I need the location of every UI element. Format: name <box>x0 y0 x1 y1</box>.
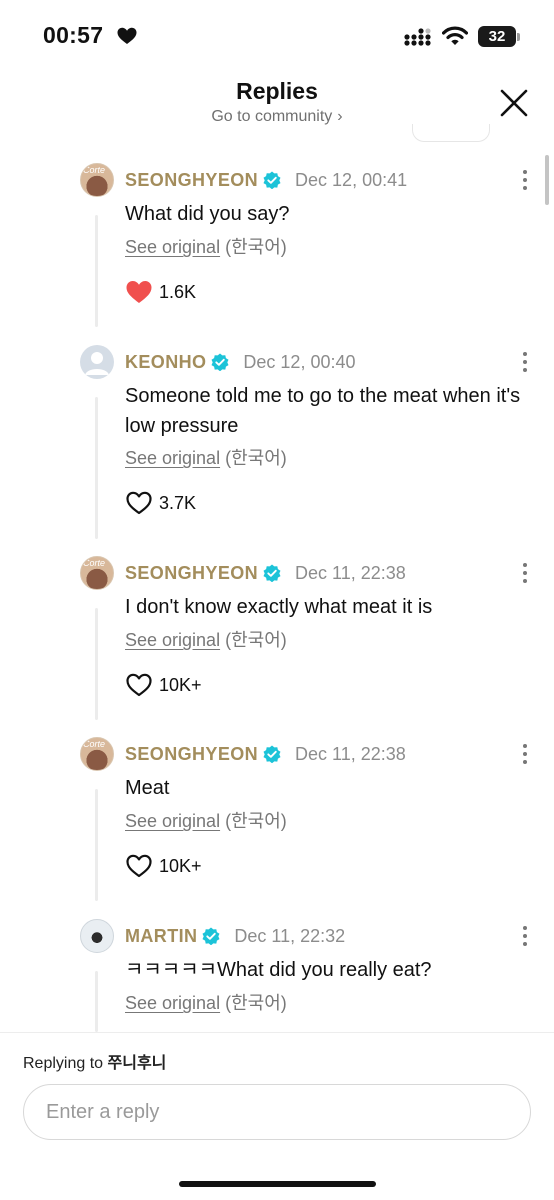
like-count: 10K+ <box>159 855 202 876</box>
see-original-row: See original (한국어) <box>125 626 287 652</box>
comment-text: Meat <box>125 777 170 799</box>
like-button[interactable]: 1.6K <box>125 279 196 305</box>
home-indicator[interactable] <box>179 1181 376 1187</box>
avatar[interactable] <box>80 919 114 953</box>
more-options-icon[interactable] <box>516 349 534 375</box>
more-options-icon[interactable] <box>516 167 534 193</box>
like-button[interactable]: 3.7K <box>125 490 196 516</box>
verified-badge-icon <box>263 745 281 763</box>
page-title: Replies <box>236 78 318 104</box>
more-options-icon[interactable] <box>516 560 534 586</box>
thread-line <box>95 971 98 1032</box>
comment-timestamp: Dec 11, 22:32 <box>234 925 346 946</box>
original-language: (한국어) <box>225 811 287 831</box>
comment-item: Corte SEONGHYEON Dec 11, 22:38 Meat See … <box>0 737 554 917</box>
see-original-link[interactable]: See original <box>125 630 220 650</box>
heart-outline-icon <box>126 491 152 515</box>
close-icon[interactable] <box>497 86 531 120</box>
comment-timestamp: Dec 11, 22:38 <box>295 743 406 764</box>
floating-pill-edge <box>412 124 490 142</box>
original-language: (한국어) <box>225 237 287 257</box>
like-button[interactable]: 10K+ <box>125 672 202 698</box>
go-to-community-label: Go to community <box>211 108 333 125</box>
like-count: 10K+ <box>159 674 202 695</box>
thread-line <box>95 789 98 901</box>
original-language: (한국어) <box>225 630 287 650</box>
avatar[interactable]: Corte <box>80 556 114 590</box>
replying-prefix: Replying to <box>23 1055 104 1072</box>
see-original-row: See original (한국어) <box>125 233 287 259</box>
battery-nub <box>517 33 520 41</box>
avatar[interactable]: Corte <box>80 163 114 197</box>
verified-badge-icon <box>211 353 229 371</box>
original-language: (한국어) <box>225 993 287 1013</box>
battery-icon: 32 <box>478 26 516 47</box>
author-name[interactable]: MARTIN <box>125 926 197 947</box>
status-time: 00:57 <box>43 22 104 48</box>
more-options-icon[interactable] <box>516 923 534 949</box>
see-original-link[interactable]: See original <box>125 811 220 831</box>
see-original-link[interactable]: See original <box>125 237 220 257</box>
verified-badge-icon <box>202 927 220 945</box>
author-name[interactable]: SEONGHYEON <box>125 563 258 584</box>
thread-line <box>95 608 98 720</box>
replying-to-label: Replying to 쭈니후니 <box>23 1049 166 1073</box>
comment-text: Someone told me to go to the meat when i… <box>125 385 521 437</box>
comment-timestamp: Dec 11, 22:38 <box>295 562 406 583</box>
reply-input[interactable] <box>23 1084 531 1140</box>
original-language: (한국어) <box>225 448 287 468</box>
verified-badge-icon <box>263 564 281 582</box>
author-name[interactable]: KEONHO <box>125 352 206 373</box>
comment-item: Corte SEONGHYEON Dec 11, 22:38 I don't k… <box>0 556 554 736</box>
see-original-row: See original (한국어) <box>125 989 287 1015</box>
like-count: 3.7K <box>159 492 197 513</box>
avatar-text: Corte <box>83 558 106 568</box>
heart-icon <box>117 27 137 44</box>
wifi-icon <box>442 26 468 45</box>
comment-text: What did you say? <box>125 203 290 225</box>
like-button[interactable]: 10K+ <box>125 853 202 879</box>
heart-outline-icon <box>126 673 152 697</box>
comment-timestamp: Dec 12, 00:41 <box>295 169 408 190</box>
comment-item: KEONHO Dec 12, 00:40 Someone told me to … <box>0 345 554 555</box>
see-original-row: See original (한국어) <box>125 807 287 833</box>
reply-bar: Replying to 쭈니후니 <box>0 1033 554 1200</box>
status-bar: 00:57 32 <box>0 0 554 70</box>
avatar[interactable] <box>80 345 114 379</box>
avatar[interactable]: Corte <box>80 737 114 771</box>
comment-item: Corte SEONGHYEON Dec 12, 00:41 What did … <box>0 163 554 353</box>
see-original-row: See original (한국어) <box>125 444 287 470</box>
see-original-link[interactable]: See original <box>125 993 220 1013</box>
heart-outline-icon <box>126 854 152 878</box>
avatar-text: Corte <box>83 739 106 749</box>
verified-badge-icon <box>263 171 281 189</box>
thread-line <box>95 397 98 539</box>
see-original-link[interactable]: See original <box>125 448 220 468</box>
like-count: 1.6K <box>159 281 197 302</box>
comment-item: MARTIN Dec 11, 22:32 ㅋㅋㅋㅋㅋWhat did you r… <box>0 919 554 1032</box>
author-name[interactable]: SEONGHYEON <box>125 170 258 191</box>
comment-text: ㅋㅋㅋㅋㅋWhat did you really eat? <box>125 959 432 981</box>
comment-text: I don't know exactly what meat it is <box>125 596 433 618</box>
chevron-right-icon: › <box>337 108 343 125</box>
replying-target: 쭈니후니 <box>107 1055 167 1072</box>
heart-filled-icon <box>126 281 152 303</box>
thread-line <box>95 215 98 327</box>
comment-timestamp: Dec 12, 00:40 <box>243 351 356 372</box>
author-name[interactable]: SEONGHYEON <box>125 744 258 765</box>
avatar-text: Corte <box>83 165 106 175</box>
signal-icon <box>404 28 431 46</box>
default-avatar-icon <box>85 352 109 375</box>
more-options-icon[interactable] <box>516 741 534 767</box>
